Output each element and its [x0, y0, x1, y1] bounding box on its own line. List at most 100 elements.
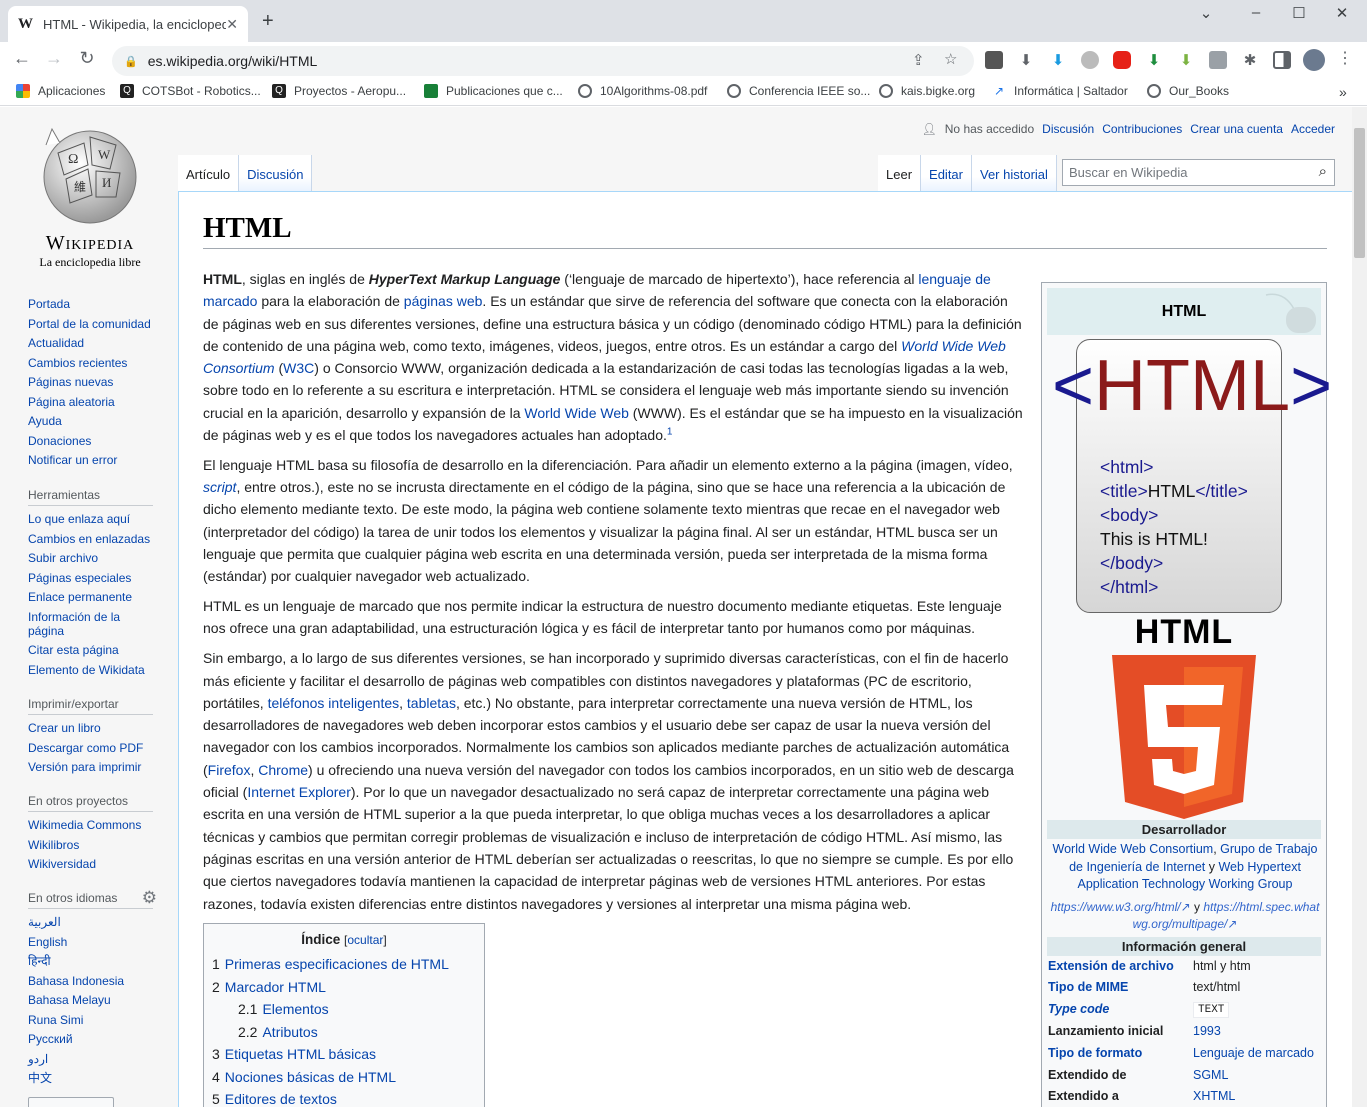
bookmark-star-icon[interactable]: ☆	[944, 50, 957, 68]
bookmark-cotsbot[interactable]: Q COTSBot - Robotics...	[120, 84, 261, 98]
bookmark-conferencia[interactable]: Conferencia IEEE so...	[727, 84, 870, 98]
sidebar-item-project-0[interactable]: Wikimedia Commons	[28, 818, 141, 832]
infobox-value[interactable]: XHTML	[1193, 1089, 1324, 1103]
scrollbar-thumb[interactable]	[1354, 128, 1365, 258]
sidebar-item-main-7[interactable]: Donaciones	[28, 434, 91, 448]
toc-link[interactable]: Nociones básicas de HTML	[225, 1069, 396, 1085]
new-tab-icon[interactable]: +	[262, 10, 274, 33]
sidebar-item-main-8[interactable]: Notificar un error	[28, 453, 117, 467]
toc-item[interactable]: 4 Nociones básicas de HTML	[212, 1066, 476, 1089]
more-bookmarks-icon[interactable]: »	[1339, 84, 1347, 100]
sidebar-item-project-2[interactable]: Wikiversidad	[28, 857, 96, 871]
extension-icon[interactable]	[985, 51, 1003, 69]
article-link[interactable]: World Wide Web	[524, 405, 629, 421]
sidebar-item-language-2[interactable]: हिन्दी	[28, 954, 51, 968]
toc-item[interactable]: 2.2 Atributos	[212, 1021, 476, 1044]
share-icon[interactable]: ⇪	[912, 51, 925, 69]
article-link[interactable]: script	[203, 479, 236, 495]
toc-link[interactable]: Primeras especificaciones de HTML	[225, 956, 449, 972]
sidebar-item-tool-4[interactable]: Enlace permanente	[28, 590, 132, 604]
infobox-value[interactable]: Lenguaje de marcado	[1193, 1046, 1324, 1060]
download-lime-icon[interactable]: ⬇	[1177, 51, 1195, 69]
article-link[interactable]: Chrome	[258, 762, 308, 778]
sidebar-item-tool-1[interactable]: Cambios en enlazadas	[28, 532, 150, 546]
article-link[interactable]: Internet Explorer	[247, 784, 351, 800]
create-account-link[interactable]: Crear una cuenta	[1190, 122, 1283, 136]
toc-link[interactable]: Etiquetas HTML básicas	[225, 1046, 376, 1062]
close-tab-icon[interactable]: ✕	[226, 16, 238, 33]
tab-discusion[interactable]: Discusión	[239, 155, 313, 191]
sidebar-item-language-0[interactable]: العربية	[28, 915, 61, 929]
bookmark-informatica[interactable]: ↗ Informática | Saltador	[992, 84, 1128, 98]
infobox-label[interactable]: Type code	[1048, 1002, 1193, 1018]
toc-item[interactable]: 5 Editores de textos	[212, 1088, 476, 1107]
infobox-value[interactable]: 1993	[1193, 1024, 1324, 1038]
menu-kebab-icon[interactable]: ⋮	[1333, 48, 1357, 68]
avatar[interactable]	[1303, 49, 1325, 71]
bookmark-aplicaciones[interactable]: Aplicaciones	[16, 84, 105, 98]
side-panel-icon[interactable]	[1273, 51, 1291, 69]
toc-toggle-link[interactable]: ocultar	[347, 933, 383, 947]
toc-link[interactable]: Marcador HTML	[225, 979, 326, 995]
sidebar-item-print-2[interactable]: Versión para imprimir	[28, 760, 141, 774]
tab-search-chevron-icon[interactable]: ⌄	[1186, 4, 1226, 22]
infobox-label[interactable]: Tipo de formato	[1048, 1046, 1193, 1060]
browser-tab[interactable]: W HTML - Wikipedia, la enciclopedia libr…	[8, 6, 248, 42]
user-contributions-link[interactable]: Contribuciones	[1102, 122, 1182, 136]
sidebar-item-language-5[interactable]: Runa Simi	[28, 1013, 83, 1027]
sidebar-item-project-1[interactable]: Wikilibros	[28, 838, 79, 852]
tab-ver-historial[interactable]: Ver historial	[972, 155, 1057, 191]
wikipedia-logo[interactable]: Ω W И 維 Wikipedia La enciclopedia libre	[28, 125, 152, 270]
toc-link[interactable]: Atributos	[262, 1024, 317, 1040]
infobox-value[interactable]: SGML	[1193, 1068, 1324, 1082]
pdf-extension-icon[interactable]	[1209, 51, 1227, 69]
sidebar-item-tool-3[interactable]: Páginas especiales	[28, 571, 131, 585]
tab-leer[interactable]: Leer	[878, 155, 922, 191]
toc-item[interactable]: 2.1 Elementos	[212, 998, 476, 1021]
bookmark-proyectos[interactable]: Q Proyectos - Aeropu...	[272, 84, 406, 98]
extension-gray-icon[interactable]	[1081, 51, 1099, 69]
sidebar-item-main-4[interactable]: Páginas nuevas	[28, 375, 113, 389]
extensions-puzzle-icon[interactable]: ✱	[1241, 51, 1259, 69]
sidebar-item-main-3[interactable]: Cambios recientes	[28, 356, 127, 370]
close-window-icon[interactable]: ✕	[1322, 4, 1362, 22]
sidebar-item-language-4[interactable]: Bahasa Melayu	[28, 993, 111, 1007]
maximize-icon[interactable]: ☐	[1279, 4, 1319, 22]
sidebar-item-main-5[interactable]: Página aleatoria	[28, 395, 115, 409]
bookmark-publicaciones[interactable]: Publicaciones que c...	[424, 84, 563, 98]
sidebar-item-tool-5[interactable]: Información de la página	[28, 610, 120, 638]
sidebar-item-main-0[interactable]: Portada	[28, 297, 70, 311]
sidebar-item-main-1[interactable]: Portal de la comunidad	[28, 317, 151, 331]
forward-icon[interactable]: →	[42, 48, 66, 69]
sidebar-item-print-1[interactable]: Descargar como PDF	[28, 741, 143, 755]
download-green-icon[interactable]: ⬇	[1145, 51, 1163, 69]
infobox-label[interactable]: Extensión de archivo	[1048, 959, 1193, 973]
sidebar-item-main-6[interactable]: Ayuda	[28, 414, 62, 428]
sidebar-item-tool-0[interactable]: Lo que enlaza aquí	[28, 512, 130, 526]
infobox-label[interactable]: Tipo de MIME	[1048, 980, 1193, 994]
language-settings-gear-icon[interactable]: ⚙	[142, 888, 157, 908]
user-discussion-link[interactable]: Discusión	[1042, 122, 1094, 136]
bookmark-kais[interactable]: kais.bigke.org	[879, 84, 975, 98]
sidebar-item-language-6[interactable]: Русский	[28, 1032, 73, 1046]
toc-item[interactable]: 1 Primeras especificaciones de HTML	[212, 953, 476, 976]
toc-link[interactable]: Editores de textos	[225, 1091, 337, 1107]
sidebar-item-language-8[interactable]: 中文	[28, 1071, 52, 1085]
bookmark-our-books[interactable]: Our_Books	[1147, 84, 1229, 98]
toc-item[interactable]: 2 Marcador HTML	[212, 976, 476, 999]
sidebar-item-language-7[interactable]: اردو	[28, 1052, 48, 1066]
sidebar-item-tool-2[interactable]: Subir archivo	[28, 551, 98, 565]
article-link[interactable]: páginas web	[404, 293, 483, 309]
sidebar-item-print-0[interactable]: Crear un libro	[28, 721, 101, 735]
sidebar-item-language-3[interactable]: Bahasa Indonesia	[28, 974, 124, 988]
search-icon[interactable]: ⌕	[1319, 163, 1327, 180]
toc-link[interactable]: Elementos	[262, 1001, 328, 1017]
search-input[interactable]: Buscar en Wikipedia ⌕	[1062, 159, 1335, 186]
w3c-link[interactable]: World Wide Web Consortium	[1053, 842, 1214, 856]
download-icon[interactable]: ⬇	[1017, 51, 1035, 69]
minimize-icon[interactable]: –	[1236, 4, 1276, 21]
toc-item[interactable]: 3 Etiquetas HTML básicas	[212, 1043, 476, 1066]
article-link[interactable]: teléfonos inteligentes	[268, 695, 400, 711]
article-link[interactable]: 1	[667, 426, 673, 437]
reload-icon[interactable]: ↻	[75, 48, 99, 69]
